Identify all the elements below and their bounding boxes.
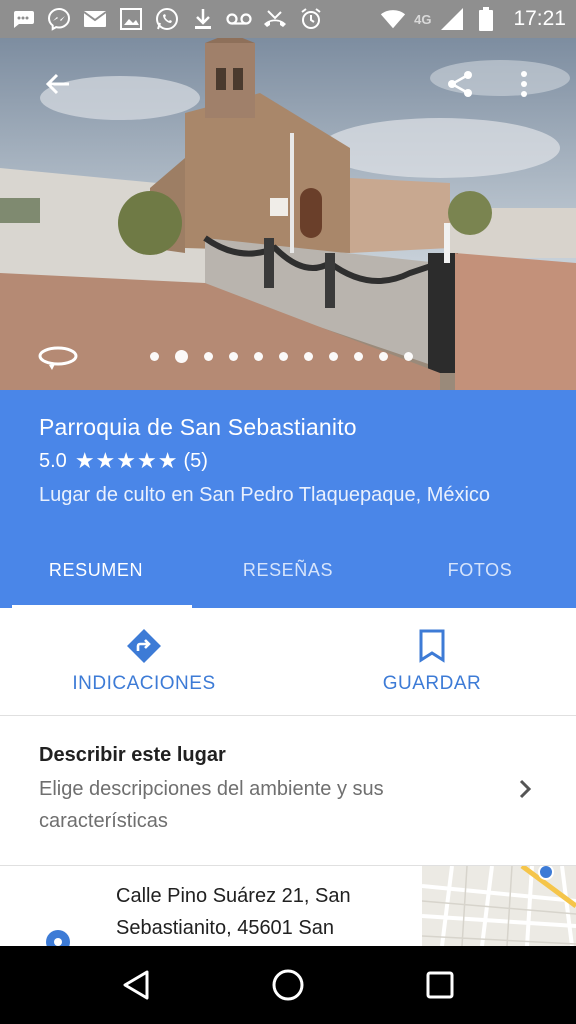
voicemail-icon (226, 6, 252, 32)
place-photo[interactable] (0, 38, 576, 390)
nav-recents-button[interactable] (412, 957, 468, 1013)
action-row: INDICACIONES GUARDAR (0, 608, 576, 716)
directions-label: INDICACIONES (72, 672, 216, 694)
system-nav-bar (0, 946, 576, 1024)
back-button[interactable] (36, 62, 80, 106)
rating-row[interactable]: 5.0 ★ ★ ★ ★ ★ (5) (39, 446, 537, 476)
star-icon: ★ (116, 448, 137, 473)
tab-fotos[interactable]: FOTOS (384, 532, 576, 608)
battery-icon (473, 6, 499, 32)
tab-bar: RESUMEN RESEÑAS FOTOS (0, 532, 576, 608)
star-icon: ★ (74, 448, 95, 473)
whatsapp-icon (154, 6, 180, 32)
address-text: Calle Pino Suárez 21, San Sebastianito, … (116, 885, 351, 939)
pagination-dot (175, 350, 188, 363)
describe-subtitle: Elige descripciones del ambiente y sus c… (39, 778, 384, 832)
360-rotate-icon (38, 346, 78, 370)
wifi-icon (380, 6, 406, 32)
circle-home-icon (272, 969, 304, 1001)
pagination-dot (329, 352, 338, 361)
more-vert-icon (521, 71, 527, 97)
share-button[interactable] (438, 62, 482, 106)
pagination-dot (404, 352, 413, 361)
image-icon (118, 6, 144, 32)
download-icon (190, 6, 216, 32)
map-thumbnail (422, 866, 576, 946)
share-icon (448, 71, 472, 97)
location-pin-icon (46, 930, 70, 946)
messenger-icon (46, 6, 72, 32)
square-recents-icon (426, 971, 454, 999)
tab-resenas[interactable]: RESEÑAS (192, 532, 384, 608)
chevron-right-icon (519, 779, 532, 799)
signal-icon (439, 6, 465, 32)
pagination-dot (229, 352, 238, 361)
pagination-dot (304, 352, 313, 361)
star-icon: ★ (137, 448, 157, 473)
describe-title: Describir este lugar (39, 744, 226, 766)
describe-place-row[interactable]: Describir este lugar Elige descripciones… (0, 716, 576, 866)
star-icon: ★ (157, 448, 178, 473)
pagination-dot (204, 352, 213, 361)
save-label: GUARDAR (382, 672, 482, 694)
nav-back-button[interactable] (108, 957, 164, 1013)
mini-map[interactable] (422, 866, 576, 946)
save-button[interactable]: GUARDAR (288, 608, 576, 715)
nav-home-button[interactable] (260, 957, 316, 1013)
missed-call-icon (262, 6, 288, 32)
clock: 17:21 (513, 7, 566, 30)
triangle-back-icon (123, 970, 149, 1000)
network-type: 4G (414, 11, 432, 27)
church-photo (0, 38, 576, 390)
place-category: Lugar de culto en San Pedro Tlaquepaque,… (39, 484, 491, 506)
place-name: Parroquia de San Sebastianito (39, 414, 357, 440)
pagination-dot (254, 352, 263, 361)
star-icon: ★ (95, 448, 116, 473)
email-icon (82, 6, 108, 32)
pagination-dot (279, 352, 288, 361)
directions-button[interactable]: INDICACIONES (0, 608, 288, 715)
review-count: (5) (183, 449, 208, 472)
more-options-button[interactable] (502, 62, 546, 106)
arrow-back-icon (45, 73, 69, 95)
tab-resumen[interactable]: RESUMEN (0, 532, 192, 608)
alarm-icon (298, 6, 324, 32)
address-row[interactable]: Calle Pino Suárez 21, San Sebastianito, … (0, 866, 576, 946)
message-icon (10, 6, 36, 32)
rating-stars: ★ ★ ★ ★ ★ (75, 450, 178, 472)
directions-icon (127, 628, 161, 663)
bookmark-icon (419, 629, 445, 663)
pagination-dot (354, 352, 363, 361)
street-view-button[interactable] (36, 336, 80, 380)
status-bar: 4G 17:21 (0, 0, 576, 38)
pagination-dot (150, 352, 159, 361)
place-header: Parroquia de San Sebastianito 5.0 ★ ★ ★ ★ ★ … (0, 390, 576, 532)
rating-value: 5.0 (39, 449, 67, 472)
photo-pagination (150, 350, 413, 363)
pagination-dot (379, 352, 388, 361)
